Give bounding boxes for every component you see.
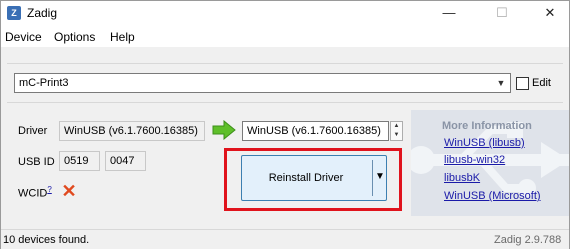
zadig-window: Z Zadig — ☐ ✕ Device Options Help mC-Pri… (0, 0, 570, 249)
status-bar: 10 devices found. Zadig 2.9.788 (1, 229, 569, 249)
arrow-right-icon (212, 120, 236, 140)
chevron-down-icon[interactable]: ▼ (494, 75, 508, 91)
wcid-label-text: WCID (18, 187, 48, 200)
more-information-title: More Information (442, 120, 532, 132)
reinstall-driver-button[interactable]: Reinstall Driver ▼ (241, 155, 387, 201)
red-x-icon: ✕ (61, 181, 77, 201)
link-libusb-win32[interactable]: libusb-win32 (444, 154, 505, 166)
version-label: Zadig 2.9.788 (494, 234, 562, 246)
divider (7, 102, 563, 103)
link-libusbk[interactable]: libusbK (444, 172, 480, 184)
more-information-panel: More Information WinUSB (libusb) libusb-… (411, 110, 569, 216)
wcid-label: WCID? (18, 185, 52, 200)
menu-device[interactable]: Device (5, 30, 42, 44)
spin-down-icon[interactable]: ▼ (391, 131, 402, 140)
menu-help[interactable]: Help (110, 30, 135, 44)
dropdown-caret-icon[interactable]: ▼ (374, 171, 386, 182)
driver-spinner[interactable]: ▲ ▼ (390, 121, 403, 141)
device-select-value: mC-Print3 (19, 77, 69, 89)
minimize-button[interactable]: — (426, 1, 472, 27)
menu-options[interactable]: Options (54, 30, 95, 44)
window-title: Zadig (27, 6, 58, 20)
link-winusb-microsoft[interactable]: WinUSB (Microsoft) (444, 190, 541, 202)
edit-checkbox[interactable] (516, 77, 529, 90)
target-driver-field[interactable]: WinUSB (v6.1.7600.16385) (242, 121, 389, 141)
wcid-help-link[interactable]: ? (47, 185, 51, 194)
status-message: 10 devices found. (3, 234, 90, 246)
edit-label: Edit (532, 77, 551, 89)
usb-pid-field: 0047 (105, 151, 146, 171)
usb-vid-field: 0519 (59, 151, 100, 171)
link-winusb-libusb[interactable]: WinUSB (libusb) (444, 137, 525, 149)
usb-id-label: USB ID (18, 156, 55, 168)
spin-up-icon[interactable]: ▲ (391, 122, 402, 131)
current-driver-field: WinUSB (v6.1.7600.16385) (59, 121, 205, 141)
zadig-app-icon: Z (7, 6, 21, 20)
maximize-button[interactable]: ☐ (479, 1, 525, 27)
driver-label: Driver (18, 125, 48, 137)
device-select[interactable]: mC-Print3 ▼ (14, 73, 511, 93)
reinstall-driver-label: Reinstall Driver (268, 172, 344, 184)
close-button[interactable]: ✕ (527, 1, 570, 27)
menu-bar: Device Options Help (1, 27, 569, 47)
split-divider (372, 160, 373, 196)
divider (7, 63, 563, 64)
title-bar[interactable]: Z Zadig — ☐ ✕ (1, 1, 569, 27)
